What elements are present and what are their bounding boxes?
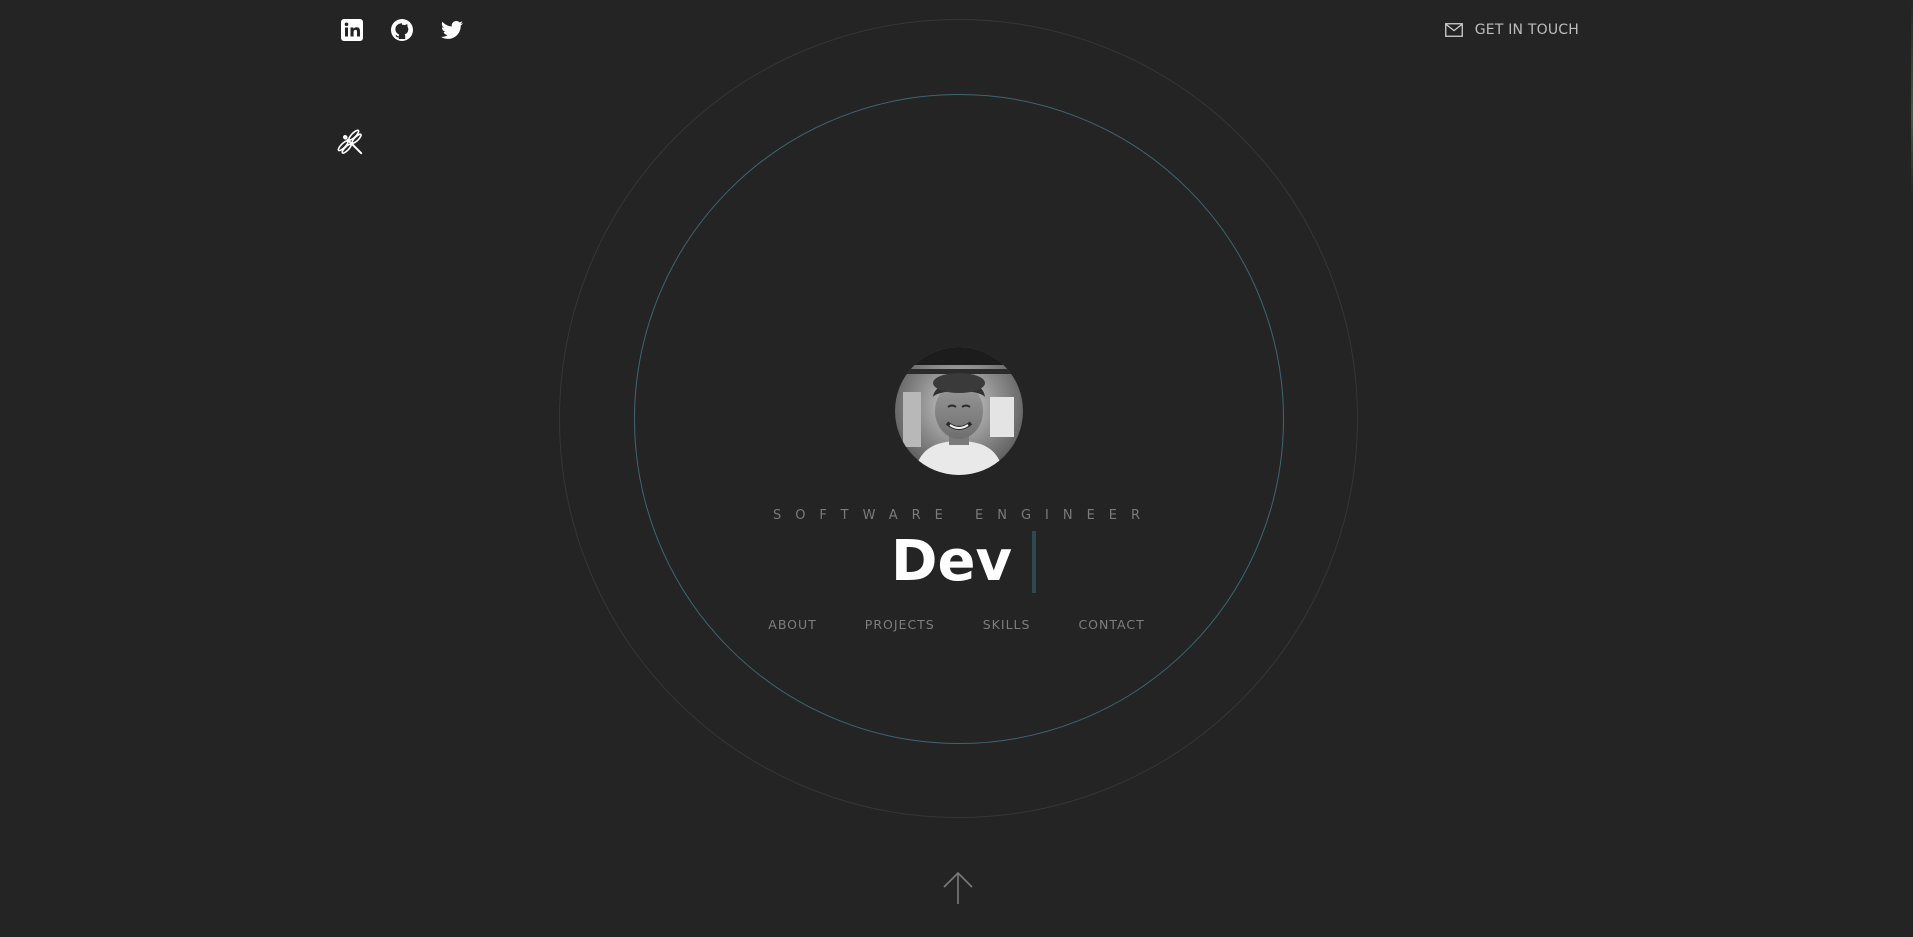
scroll-up-button[interactable] [941, 870, 975, 906]
role-subtitle: SOFTWARE ENGINEER [772, 508, 1155, 523]
social-links [340, 18, 464, 42]
page: GET IN TOUCH SOFTWARE ENGINEER Dev ABOUT… [0, 0, 1913, 937]
nav-skills[interactable]: SKILLS [983, 617, 1031, 632]
typing-cursor [1031, 531, 1036, 593]
nav-about[interactable]: ABOUT [768, 617, 817, 632]
linkedin-link[interactable] [340, 18, 364, 42]
get-in-touch-label: GET IN TOUCH [1474, 22, 1579, 38]
mail-icon [1444, 23, 1463, 37]
profile-photo [895, 347, 1023, 475]
arrow-up-icon [943, 871, 973, 904]
linkedin-icon [341, 19, 363, 41]
twitter-link[interactable] [440, 18, 464, 42]
twitter-icon [441, 21, 463, 39]
github-link[interactable] [390, 18, 414, 42]
main-nav: ABOUT PROJECTS SKILLS CONTACT [0, 617, 1913, 632]
github-icon [391, 19, 413, 41]
name-row: Dev [0, 528, 1913, 596]
site-logo[interactable] [336, 128, 368, 160]
nav-contact[interactable]: CONTACT [1078, 617, 1144, 632]
hero-name: Dev [891, 529, 1012, 594]
profile-avatar [895, 347, 1023, 475]
nav-projects[interactable]: PROJECTS [865, 617, 935, 632]
dragonfly-icon [337, 129, 363, 155]
get-in-touch-link[interactable]: GET IN TOUCH [1444, 22, 1579, 38]
